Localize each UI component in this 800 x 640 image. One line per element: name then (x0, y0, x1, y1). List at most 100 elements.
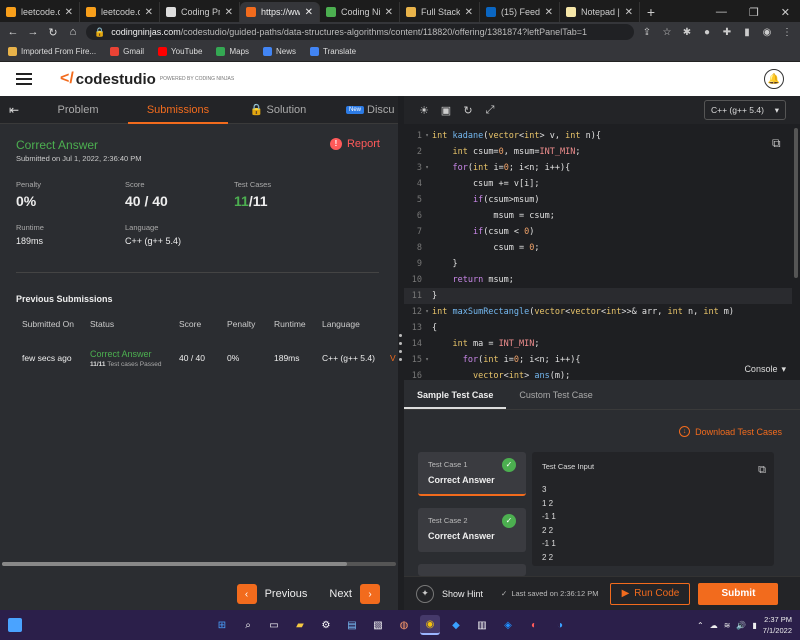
bookmark-item[interactable]: Gmail (110, 47, 144, 56)
next-button[interactable]: Next (329, 588, 352, 600)
fold-icon[interactable]: ▾ (422, 352, 432, 368)
bookmark-item[interactable]: Maps (216, 47, 249, 56)
notification-bell-icon[interactable]: 🔔 (764, 69, 784, 89)
volume-icon[interactable]: 🔊 (736, 621, 746, 630)
battery-icon[interactable]: ▮ (752, 621, 756, 630)
close-tab-icon[interactable]: ✕ (225, 7, 233, 18)
restore-icon[interactable]: ❐ (749, 6, 759, 19)
fold-icon[interactable]: ▾ (422, 160, 432, 176)
lightbulb-icon[interactable]: ✦ (416, 584, 434, 603)
browser-tab[interactable]: https://www. ✕ (240, 2, 320, 22)
browser-tab[interactable]: leetcode.com ✕ (0, 2, 80, 22)
start-windows-icon[interactable]: ⊞ (212, 615, 232, 635)
tab-custom-test-case[interactable]: Custom Test Case (506, 380, 605, 409)
new-tab-button[interactable]: + (640, 2, 662, 22)
save-icon[interactable]: ▣ (440, 104, 452, 117)
vscode-icon[interactable]: ◆ (446, 615, 466, 635)
bookmark-item[interactable]: Translate (310, 47, 356, 56)
browser-tab[interactable]: (15) Feed | ✕ (480, 2, 560, 22)
side-panel-icon[interactable]: ▮ (740, 25, 754, 39)
tab-solution[interactable]: 🔒 Solution (228, 96, 328, 124)
tab-submissions[interactable]: Submissions (128, 96, 228, 124)
report-button[interactable]: ! Report (329, 138, 380, 150)
bookmark-item[interactable]: YouTube (158, 47, 202, 56)
search-icon[interactable]: ⌕ (238, 615, 258, 635)
file-explorer-icon[interactable]: ▰ (290, 615, 310, 635)
bookmark-item[interactable]: Imported From Fire... (8, 47, 96, 56)
fullscreen-icon[interactable]: ⤢ (484, 104, 496, 116)
close-tab-icon[interactable]: ✕ (465, 7, 473, 18)
bookmark-item[interactable]: News (263, 47, 296, 56)
fold-icon[interactable]: ▾ (422, 304, 432, 320)
chevron-right-icon[interactable]: › (360, 584, 380, 604)
clock[interactable]: 2:37 PM 7/1/2022 (763, 614, 792, 636)
close-tab-icon[interactable]: ✕ (65, 7, 73, 18)
wifi-icon[interactable]: ≋ (724, 621, 731, 630)
close-tab-icon[interactable]: ✕ (305, 7, 313, 18)
tab-problem[interactable]: Problem (28, 96, 128, 124)
avatar[interactable]: ◉ (760, 25, 774, 39)
show-hint-button[interactable]: Show Hint (442, 589, 483, 599)
onedrive-icon[interactable]: ☁ (710, 621, 718, 630)
previous-button[interactable]: Previous (265, 588, 308, 600)
close-tab-icon[interactable]: ✕ (625, 7, 633, 18)
download-test-cases-button[interactable]: ↓ Download Test Cases (679, 426, 782, 437)
bookmark-star-icon[interactable]: ☆ (660, 25, 674, 39)
reset-icon[interactable]: ↻ (462, 104, 474, 117)
photos-icon[interactable]: ▧ (368, 615, 388, 635)
test-case-1[interactable]: Test Case 1 Correct Answer ✓ (418, 452, 526, 496)
browser-tab[interactable]: Coding Ninjas ✕ (320, 2, 400, 22)
test-case-2[interactable]: Test Case 2 Correct Answer ✓ (418, 508, 526, 552)
chevron-up-icon[interactable]: ⌃ (697, 621, 704, 630)
browser-tab[interactable]: Full Stack ✕ (400, 2, 480, 22)
copy-icon[interactable]: ⧉ (758, 464, 766, 477)
tab-sample-test-case[interactable]: Sample Test Case (404, 380, 507, 409)
editor-scrollbar[interactable] (794, 128, 798, 278)
profile-icon[interactable]: ● (700, 25, 714, 39)
puzzle-icon[interactable]: ✚ (720, 25, 734, 39)
firefox-icon[interactable]: ◑ (550, 615, 570, 635)
dropbox-icon[interactable]: ◈ (498, 615, 518, 635)
store-icon[interactable]: ▤ (342, 615, 362, 635)
close-tab-icon[interactable]: ✕ (145, 7, 153, 18)
test-case-3-partial[interactable] (418, 564, 526, 576)
back-icon[interactable]: ← (6, 26, 20, 38)
codestudio-logo[interactable]: </ codestudio POWERED BY CODING NINJAS (60, 70, 234, 88)
extension-icon[interactable]: ✱ (680, 25, 694, 39)
forward-icon[interactable]: → (26, 26, 40, 38)
run-code-button[interactable]: ▶ Run Code (610, 582, 691, 605)
hamburger-menu-icon[interactable] (16, 73, 32, 85)
code-editor[interactable]: 1 ▾ int kadane(vector<int> v, int n){2 int… (404, 128, 792, 380)
widgets-icon[interactable] (8, 618, 22, 632)
notepad-icon[interactable]: ▥ (472, 615, 492, 635)
task-view-icon[interactable]: ▭ (264, 615, 284, 635)
horizontal-scrollbar[interactable] (2, 562, 396, 566)
share-icon[interactable]: ⇪ (640, 25, 654, 39)
chrome-icon[interactable]: ◉ (420, 615, 440, 635)
close-tab-icon[interactable]: ✕ (385, 7, 393, 18)
browser-tab[interactable]: leetcode.com ✕ (80, 2, 160, 22)
app-icon[interactable]: ◍ (394, 615, 414, 635)
close-tab-icon[interactable]: ✕ (545, 7, 553, 18)
settings-gear-icon[interactable]: ⚙ (316, 615, 336, 635)
browser-tab[interactable]: Coding Practice ✕ (160, 2, 240, 22)
submit-button[interactable]: Submit (698, 582, 779, 605)
table-row[interactable]: few secs ago Correct Answer 11/11 Test c… (16, 340, 398, 376)
tab-discuss[interactable]: New Discu (328, 96, 398, 124)
app2-icon[interactable]: ◐ (524, 615, 544, 635)
reload-icon[interactable]: ↻ (46, 26, 60, 39)
collapse-panel-icon[interactable]: ⇤ (0, 103, 28, 117)
language-select[interactable]: C++ (g++ 5.4) ▾ (704, 100, 786, 120)
copy-icon[interactable]: ⧉ (772, 136, 786, 150)
theme-sun-icon[interactable]: ☀ (418, 104, 430, 117)
close-window-icon[interactable]: ✕ (781, 6, 790, 19)
minimize-icon[interactable]: — (716, 6, 727, 18)
fold-icon[interactable]: ▾ (422, 128, 432, 144)
url-field[interactable]: 🔒 codingninjas.com/codestudio/guided-pat… (86, 24, 634, 40)
console-toggle[interactable]: Console ▾ (744, 364, 786, 375)
browser-tab[interactable]: Notepad | ✕ (560, 2, 640, 22)
row-view-link[interactable]: V (390, 353, 398, 363)
menu-dots-icon[interactable]: ⋮ (780, 25, 794, 39)
chevron-left-icon[interactable]: ‹ (236, 584, 257, 604)
home-icon[interactable]: ⌂ (66, 26, 80, 38)
